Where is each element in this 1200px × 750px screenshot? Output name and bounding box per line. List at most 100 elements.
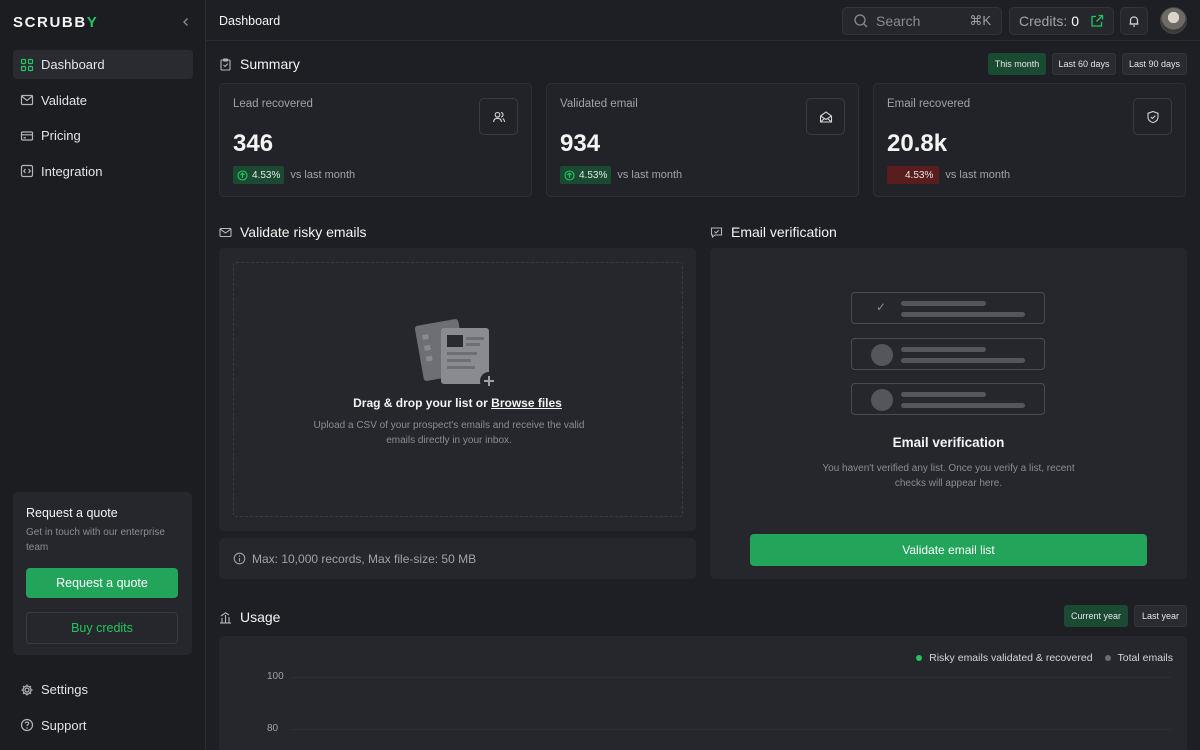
quote-title: Request a quote [26, 506, 118, 520]
sidebar-item-validate[interactable]: Validate [13, 86, 193, 115]
range-last-60-days[interactable]: Last 60 days [1052, 53, 1116, 75]
message-check-icon [710, 226, 723, 238]
verification-subtext: You haven't verified any list. Once you … [822, 463, 1075, 489]
upload-limits-text: Max: 10,000 records, Max file-size: 50 M… [252, 551, 477, 566]
dropzone-text: Drag & drop your list or Browse files [219, 396, 696, 410]
sidebar-item-label: Pricing [41, 128, 81, 143]
stat-label: Email recovered [887, 98, 971, 110]
validate-section-title: Validate risky emails [219, 224, 367, 240]
dropzone-subtext: Upload a CSV of your prospect's emails a… [313, 420, 585, 446]
validate-section-title-text: Validate risky emails [240, 224, 367, 240]
stat-label: Lead recovered [233, 98, 313, 110]
logo-text: SCRUBB [13, 14, 87, 31]
check-icon: ✓ [876, 300, 887, 314]
sidebar-item-label: Integration [41, 163, 103, 179]
avatar[interactable] [1160, 7, 1187, 34]
chart-icon [220, 611, 231, 624]
chart-legend: Risky emails validated & recovered Total… [916, 652, 1173, 664]
quote-subtitle: Get in touch with our enterprise team [26, 527, 165, 553]
summary-title-text: Summary [240, 56, 300, 72]
dropzone-main-text: Drag & drop your list or [353, 396, 488, 410]
credits-button[interactable]: Credits: 0 [1009, 7, 1114, 35]
legend-label-total: Total emails [1117, 652, 1173, 664]
request-quote-card: Request a quote Get in touch with our en… [13, 492, 192, 655]
sidebar-item-pricing[interactable]: Pricing [13, 121, 193, 150]
bell-icon [1129, 16, 1139, 27]
usage-chart: Risky emails validated & recovered Total… [219, 636, 1187, 750]
stat-value: 934 [560, 130, 601, 157]
delta-compare: vs last month [617, 169, 683, 181]
stat-card-email-recovered: Email recovered 20.8k 4.53% vs last mont… [873, 83, 1186, 197]
stat-delta: 4.53% vs last month [560, 166, 682, 184]
files-illustration-icon [415, 319, 498, 390]
stat-delta: 4.53% vs last month [887, 166, 1010, 184]
credit-card-icon [20, 130, 34, 141]
search-shortcut: ⌘K [969, 13, 991, 28]
search-input[interactable]: Search ⌘K [842, 7, 1002, 35]
breadcrumb: Dashboard [219, 14, 281, 28]
info-icon [233, 552, 246, 565]
delta-value: 4.53% [905, 169, 934, 181]
browse-files-link[interactable]: Browse files [491, 396, 562, 410]
logo[interactable]: SCRUBBY [13, 14, 98, 31]
stat-label: Validated email [560, 98, 638, 110]
stat-value: 20.8k [887, 130, 948, 157]
validate-email-list-button[interactable]: Validate email list [750, 534, 1147, 566]
trend-up-badge: 4.53% [233, 166, 285, 184]
stat-card-validated-email: Validated email 934 4.53% vs last month [546, 83, 859, 197]
file-dropzone[interactable]: Drag & drop your list or Browse files Up… [219, 248, 696, 531]
legend-dot-total [1104, 655, 1111, 661]
sidebar-item-support[interactable]: Support [13, 711, 193, 740]
gear-icon [21, 684, 33, 695]
credits-label: Credits: [1019, 13, 1068, 29]
stat-delta: 4.53% vs last month [233, 166, 355, 184]
buy-credits-button[interactable]: Buy credits [26, 612, 178, 644]
usage-title-text: Usage [240, 609, 281, 625]
mail-icon [219, 227, 232, 237]
stat-card-lead-recovered: Lead recovered 346 4.53% vs last month [219, 83, 532, 197]
collapse-sidebar-icon[interactable] [178, 14, 194, 30]
summary-title: Summary [219, 56, 300, 72]
sidebar-item-dashboard[interactable]: Dashboard [13, 50, 193, 79]
logo-accent: Y [86, 14, 99, 31]
y-tick-80: 80 [267, 723, 279, 734]
placeholder-row [851, 383, 1045, 415]
verification-section-title: Email verification [710, 224, 837, 240]
credits-value: 0 [1071, 13, 1080, 29]
range-last-year[interactable]: Last year [1134, 605, 1187, 627]
sidebar: SCRUBBY Dashboard Validate Pricing Integ… [0, 0, 206, 750]
grid-icon [20, 58, 34, 71]
stat-value: 346 [233, 130, 274, 157]
gridline [291, 677, 1171, 678]
sidebar-item-label: Validate [41, 92, 88, 108]
search-placeholder: Search [876, 13, 921, 29]
range-current-year[interactable]: Current year [1064, 605, 1128, 627]
verification-section-title-text: Email verification [731, 224, 837, 240]
notifications-button[interactable] [1120, 7, 1148, 35]
clipboard-icon [220, 57, 231, 71]
legend-label-risky: Risky emails validated & recovered [929, 652, 1093, 664]
verification-heading: Email verification [892, 435, 1005, 450]
sidebar-item-label: Settings [41, 682, 88, 697]
arrow-up-circle-icon [564, 169, 575, 181]
y-tick-100: 100 [267, 671, 284, 682]
placeholder-row [851, 338, 1045, 370]
sidebar-item-settings[interactable]: Settings [13, 675, 193, 704]
sidebar-nav: Dashboard Validate Pricing Integration [13, 50, 193, 192]
sidebar-item-label: Dashboard [41, 57, 105, 72]
external-link-icon [1091, 14, 1104, 27]
placeholder-row: ✓ [851, 292, 1045, 324]
request-quote-button[interactable]: Request a quote [26, 568, 178, 598]
verification-panel: ✓ Email verification You haven't verifie… [710, 248, 1187, 579]
code-icon [20, 164, 34, 178]
range-last-90-days[interactable]: Last 90 days [1122, 53, 1187, 75]
users-icon [479, 98, 518, 135]
arrow-up-circle-icon [237, 169, 248, 181]
delta-value: 4.53% [252, 169, 281, 181]
sidebar-item-integration[interactable]: Integration [13, 157, 193, 186]
delta-value: 4.53% [579, 169, 608, 181]
upload-limits: Max: 10,000 records, Max file-size: 50 M… [219, 538, 696, 579]
gridline [291, 729, 1171, 730]
range-this-month[interactable]: This month [988, 53, 1046, 75]
legend-dot-risky [916, 655, 923, 661]
